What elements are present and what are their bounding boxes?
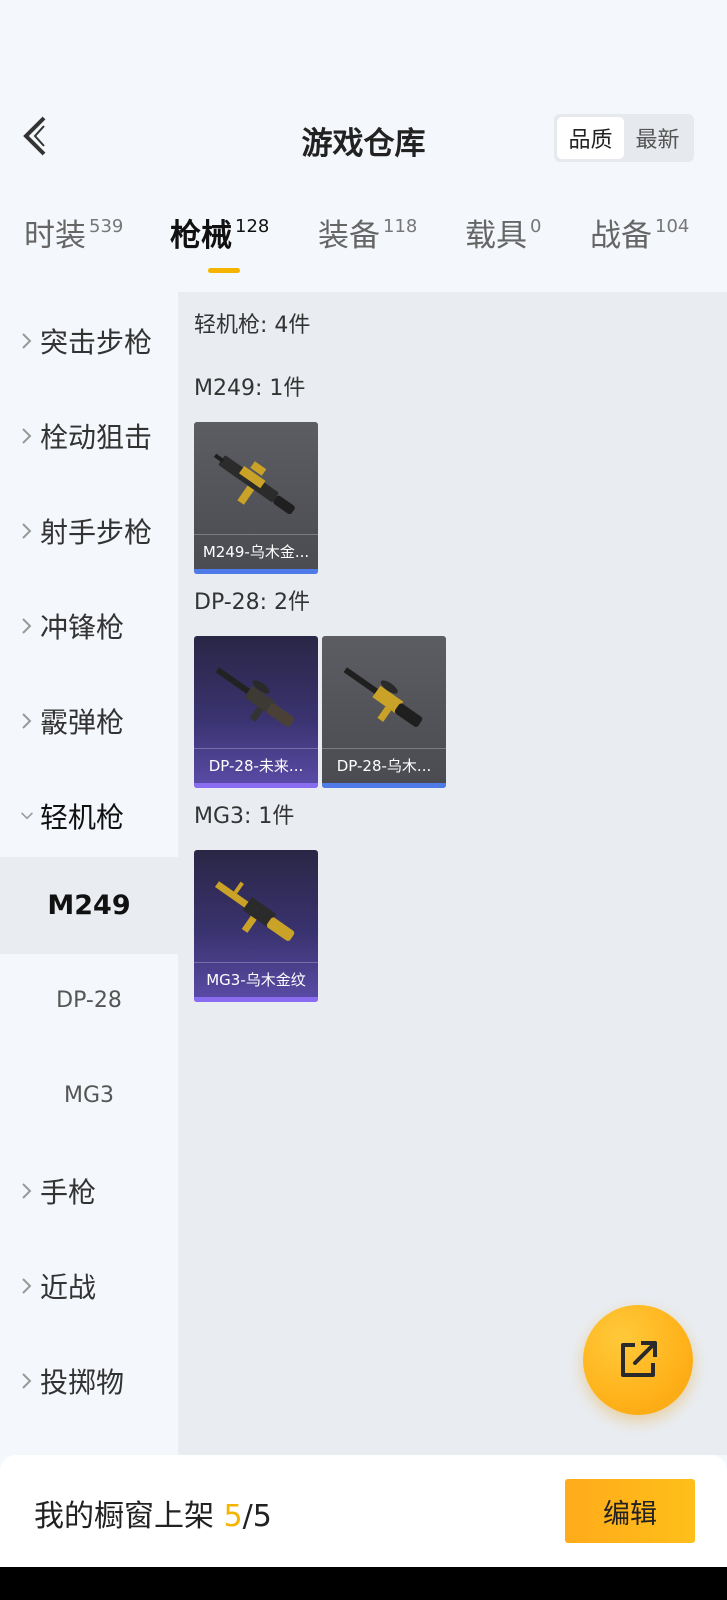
sidebar-item-bolt-sniper[interactable]: 栓动狙击 (0, 387, 178, 484)
item-card-name: DP-28-乌木... (322, 748, 446, 782)
tab-fashion[interactable]: 时装 539 (24, 210, 123, 280)
tab-label: 时装 (24, 218, 86, 254)
chevron-right-icon (18, 427, 36, 445)
share-external-icon (621, 1341, 657, 1377)
chevron-right-icon (18, 1372, 36, 1390)
item-card-name: DP-28-未来... (194, 748, 318, 782)
sidebar-item-label: 栓动狙击 (40, 420, 153, 454)
system-navigation-bar (0, 1567, 727, 1600)
sidebar-item-throwables[interactable]: 投掷物 (0, 1332, 178, 1429)
chevron-right-icon (18, 332, 36, 350)
sidebar-item-label: 近战 (40, 1270, 97, 1304)
header: 游戏仓库 品质 最新 (0, 90, 727, 185)
group-label: MG3: 1件 (194, 804, 295, 829)
tab-supplies[interactable]: 战备 104 (590, 210, 689, 280)
tab-label: 战备 (590, 218, 652, 254)
category-tabs: 时装 539 枪械 128 装备 118 载具 0 战备 104 (0, 210, 727, 280)
share-button[interactable] (583, 1305, 693, 1415)
tab-active-indicator (208, 268, 240, 273)
item-card[interactable]: DP-28-未来... (194, 636, 318, 788)
sidebar-item-label: 冲锋枪 (40, 610, 125, 644)
category-summary: 轻机枪: 4件 (194, 313, 311, 338)
sidebar-item-melee[interactable]: 近战 (0, 1237, 178, 1334)
sidebar-item-label: 投掷物 (40, 1365, 125, 1399)
weapon-category-sidebar: 突击步枪 栓动狙击 射手步枪 冲锋枪 霰弹枪 轻机枪 M249 DP-28 MG… (0, 292, 178, 1455)
sidebar-item-smg[interactable]: 冲锋枪 (0, 577, 178, 674)
showcase-label: 我的橱窗上架 (34, 1499, 224, 1534)
item-card[interactable]: M249-乌木金... (194, 422, 318, 574)
showcase-status: 我的橱窗上架 5/5 (34, 1491, 272, 1535)
chevron-right-icon (18, 617, 36, 635)
sidebar-item-lmg[interactable]: 轻机枪 (0, 767, 178, 864)
tab-label: 枪械 (170, 218, 232, 254)
tab-firearms[interactable]: 枪械 128 (170, 210, 269, 280)
sidebar-item-label: 手枪 (40, 1175, 97, 1209)
bottom-bar: 我的橱窗上架 5/5 编辑 (0, 1455, 727, 1567)
sidebar-item-marksman-rifle[interactable]: 射手步枪 (0, 482, 178, 579)
chevron-down-icon (18, 807, 36, 825)
group-label: DP-28: 2件 (194, 590, 311, 615)
rarity-bar (322, 783, 446, 788)
showcase-total-count: /5 (242, 1499, 272, 1534)
tab-count: 128 (235, 216, 270, 237)
sidebar-item-label: 突击步枪 (40, 325, 153, 359)
tab-count: 118 (383, 216, 418, 237)
machine-gun-icon (214, 881, 295, 941)
sort-option-quality[interactable]: 品质 (557, 117, 624, 159)
tab-count: 0 (530, 216, 542, 237)
chevron-right-icon (18, 1182, 36, 1200)
item-card[interactable]: MG3-乌木金纹 (194, 850, 318, 1002)
chevron-right-icon (18, 522, 36, 540)
showcase-current-count: 5 (223, 1499, 243, 1534)
sidebar-item-pistol[interactable]: 手枪 (0, 1142, 178, 1239)
item-card-name: MG3-乌木金纹 (194, 962, 318, 996)
chevron-right-icon (18, 712, 36, 730)
item-card[interactable]: DP-28-乌木... (322, 636, 446, 788)
status-bar (0, 0, 727, 90)
sidebar-item-assault-rifle[interactable]: 突击步枪 (0, 292, 178, 389)
group-label: M249: 1件 (194, 376, 306, 401)
sidebar-item-label: 射手步枪 (40, 515, 153, 549)
tab-label: 载具 (465, 218, 527, 254)
tab-vehicles[interactable]: 载具 0 (465, 210, 541, 280)
tab-count: 104 (655, 216, 690, 237)
sidebar-item-label: 轻机枪 (40, 800, 125, 834)
machine-gun-icon (343, 667, 423, 727)
item-card-name: M249-乌木金... (194, 534, 318, 568)
chevron-right-icon (18, 1277, 36, 1295)
rarity-bar (194, 997, 318, 1002)
sidebar-subitem-dp28[interactable]: DP-28 (0, 952, 178, 1049)
sort-toggle: 品质 最新 (554, 114, 694, 162)
tab-equipment[interactable]: 装备 118 (318, 210, 417, 280)
edit-button[interactable]: 编辑 (565, 1479, 695, 1543)
tab-count: 539 (89, 216, 124, 237)
rarity-bar (194, 569, 318, 574)
sidebar-subitem-m249[interactable]: M249 (0, 857, 178, 954)
tab-label: 装备 (318, 218, 380, 254)
sidebar-item-label: 霰弹枪 (40, 705, 125, 739)
sidebar-item-shotgun[interactable]: 霰弹枪 (0, 672, 178, 769)
item-grid-panel: 轻机枪: 4件 M249: 1件 M249-乌木金... DP-28: 2件 D… (178, 292, 727, 1455)
sidebar-subitem-mg3[interactable]: MG3 (0, 1047, 178, 1144)
machine-gun-icon (215, 667, 295, 727)
machine-gun-icon (213, 453, 295, 515)
sort-option-newest[interactable]: 最新 (624, 117, 691, 159)
rarity-bar (194, 783, 318, 788)
